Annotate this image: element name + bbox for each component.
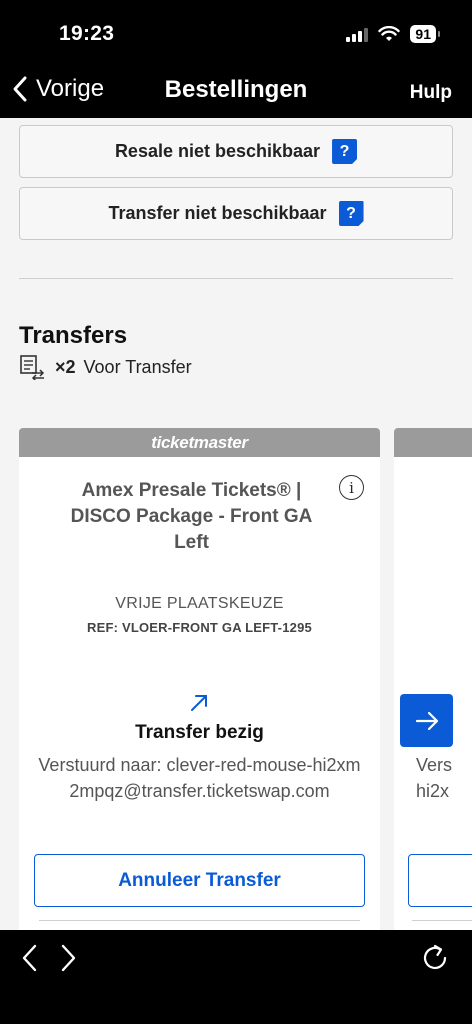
resale-button[interactable]: Resale niet beschikbaar ? [19,125,453,178]
next-ticket-text-line: hi2x [416,781,450,801]
transfer-recipient: Verstuurd naar: clever-red-mouse-hi2xm2m… [38,755,361,801]
transfers-heading: Transfers [19,322,128,349]
battery-indicator: 91 [410,25,440,43]
question-icon[interactable]: ? [338,201,364,226]
back-label: Vorige [36,75,105,102]
wifi-icon [378,26,401,41]
cancel-transfer-button[interactable]: Annuleer Transfer [34,854,365,907]
status-bar: 19:23 91 [0,0,472,66]
transfer-count-value: ×2 [55,356,76,377]
next-ticket-button[interactable] [400,694,453,747]
transfer-count-label: Voor Transfer [83,356,192,377]
browser-back-button[interactable] [10,938,50,978]
arrow-right-icon [415,711,438,730]
ticket-header: ticketmaster [19,428,380,457]
ticket-reference: REF: VLOER-FRONT GA LEFT-1295 [87,620,312,635]
status-icons: 91 [346,25,440,43]
divider [39,920,360,921]
transfer-label: Transfer niet beschikbaar [108,203,327,223]
info-icon[interactable]: i [339,475,364,500]
help-link[interactable]: Hulp [410,82,452,104]
resale-label: Resale niet beschikbaar [114,141,321,161]
event-name: Amex Presale Tickets® | DISCO Package - … [70,480,313,553]
status-time: 19:23 [59,22,115,45]
ticketmaster-logo: ticketmaster [151,432,248,452]
transfer-count: ×2 Voor Transfer [19,354,192,380]
browser-toolbar [0,930,472,1024]
reload-button[interactable] [416,938,456,978]
transfer-button[interactable]: Transfer niet beschikbaar ? [19,187,453,240]
next-ticket-text-line: Vers [416,755,453,775]
question-icon[interactable]: ? [332,139,358,164]
signal-icon [346,27,369,42]
chevron-right-icon [61,944,76,972]
seat-type: VRIJE PLAATSKEUZE [115,595,284,612]
browser-forward-button[interactable] [48,938,88,978]
back-button[interactable]: Vorige [10,74,104,104]
next-ticket-recipient: Vers hi2x [416,752,452,804]
next-ticket-card[interactable]: Vers hi2x [394,428,472,930]
ticket-transfer-icon [20,355,45,380]
divider [19,278,453,279]
divider [412,920,472,921]
ticket-header [394,428,472,457]
main-content: Resale niet beschikbaar ? Transfer niet … [0,118,472,930]
reload-icon [423,944,447,970]
chevron-left-icon [13,76,27,102]
next-cancel-transfer-button[interactable] [408,854,472,907]
arrow-up-right-icon [191,695,207,711]
chevron-left-icon [22,944,37,972]
nav-bar: Vorige Bestellingen Hulp [0,66,472,118]
transfer-status: Transfer bezig [135,722,264,743]
ticket-card: ticketmaster i Amex Presale Tickets® | D… [19,428,380,930]
